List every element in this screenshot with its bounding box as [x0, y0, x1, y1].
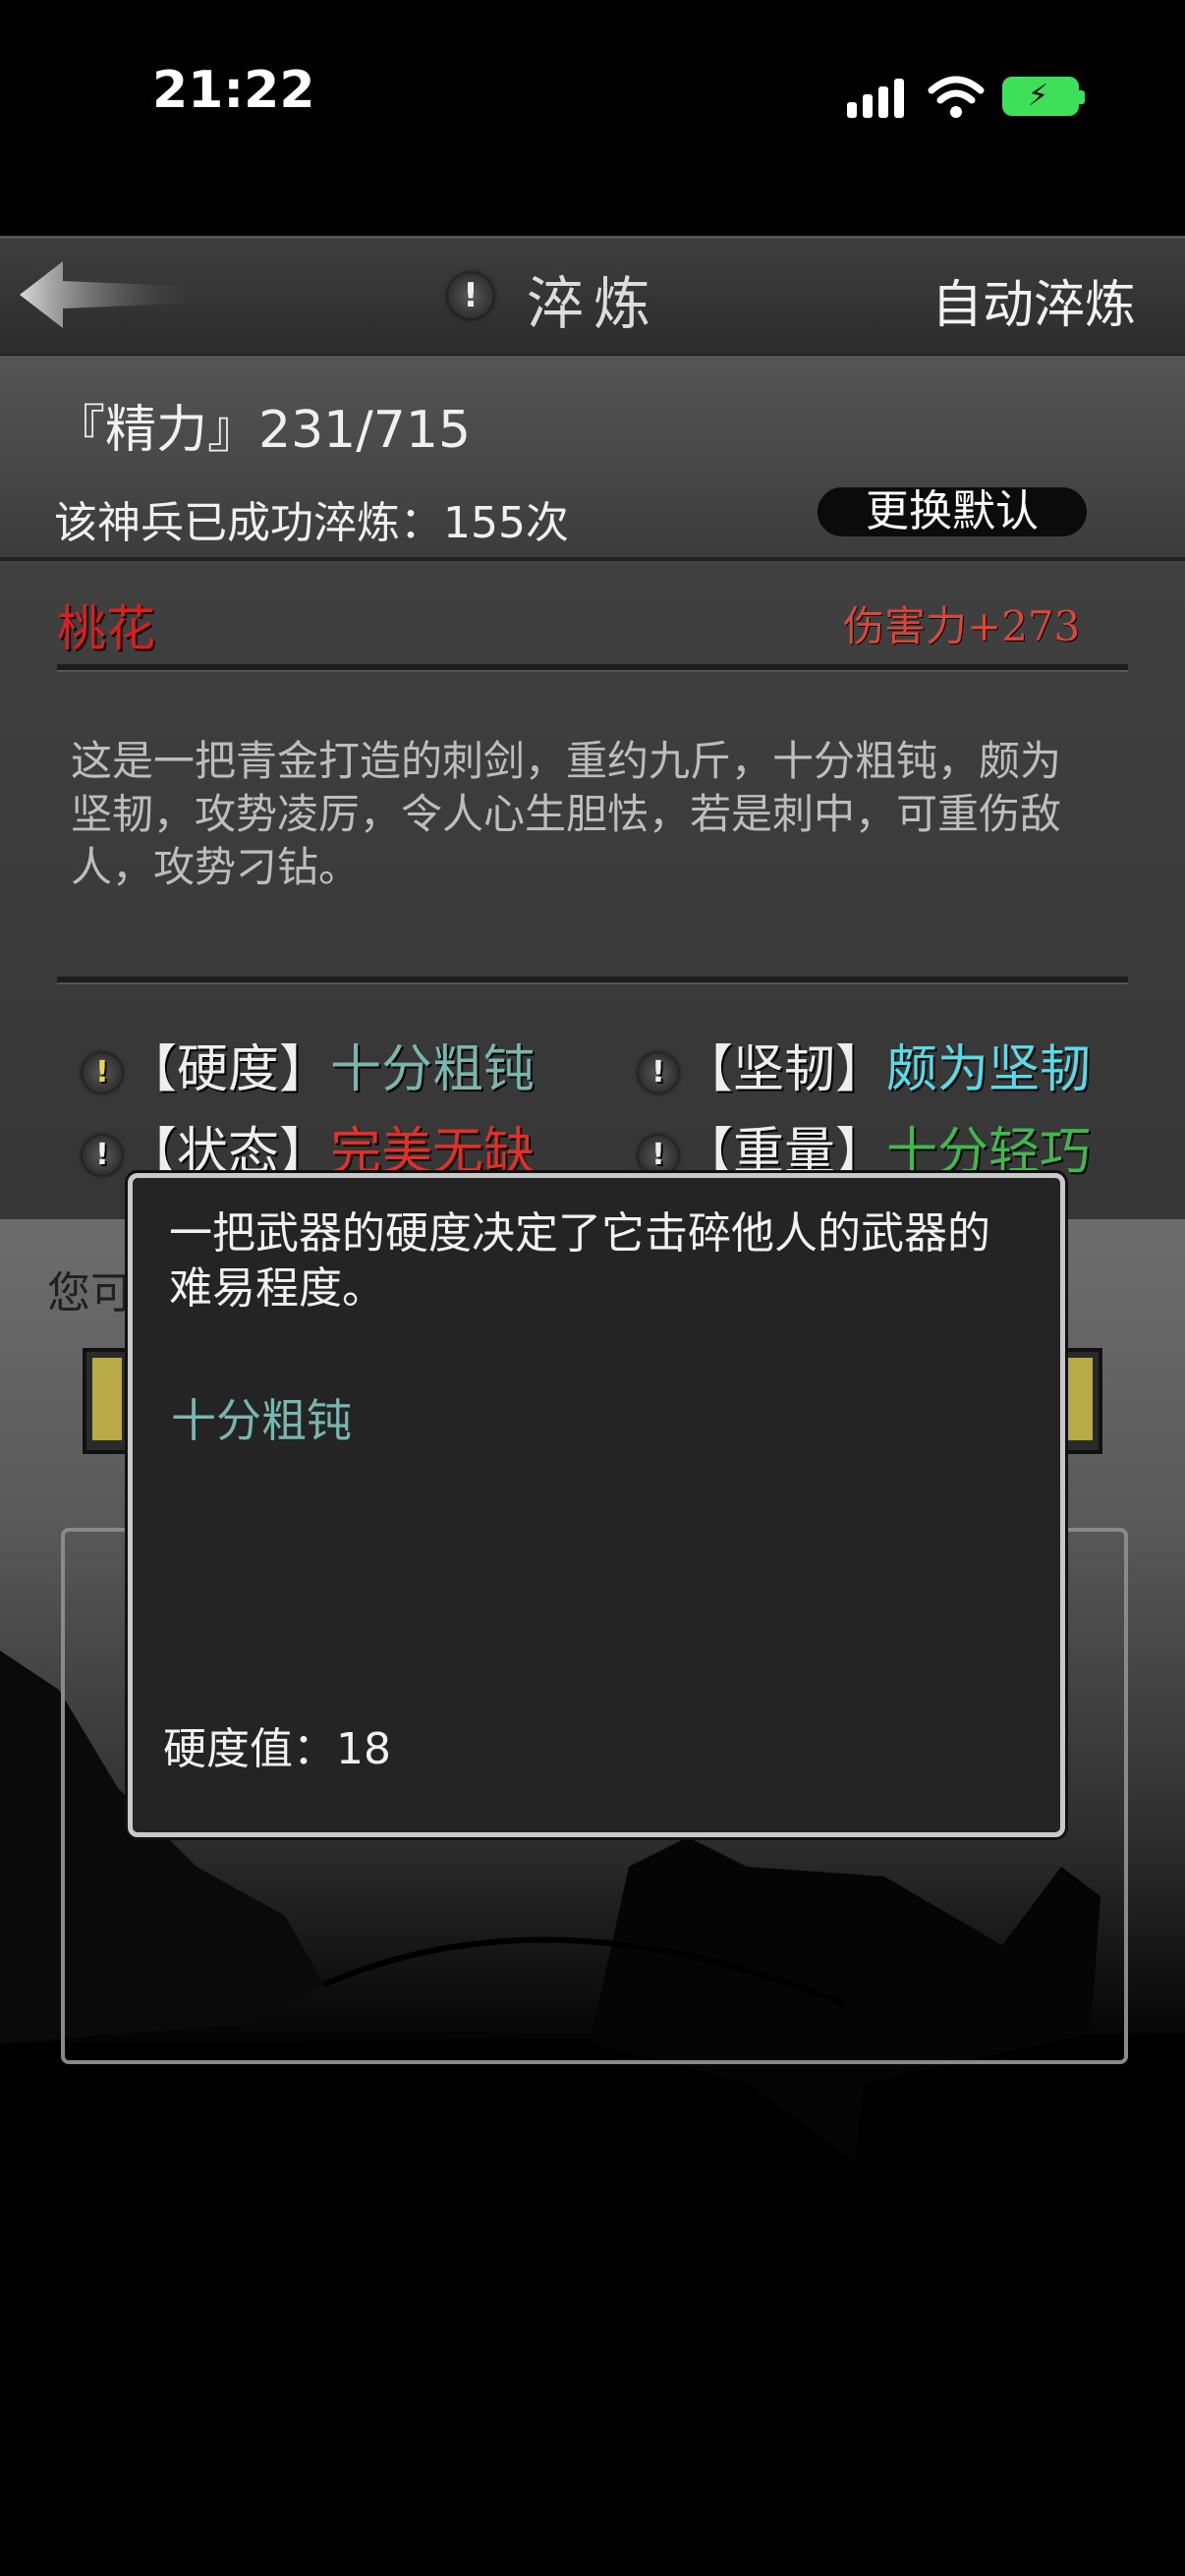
- attribute-toughness[interactable]: ! 【坚韧】颇为坚韧: [639, 1028, 1091, 1101]
- tooltip-description: 一把武器的硬度决定了它击碎他人的武器的难易程度。: [169, 1208, 990, 1314]
- change-default-button[interactable]: 更换默认: [818, 487, 1087, 536]
- divider: [57, 977, 1128, 984]
- divider: [57, 664, 1128, 672]
- info-icon[interactable]: !: [448, 273, 493, 318]
- battery-charging-icon: ⚡: [1002, 77, 1085, 116]
- auto-refine-button[interactable]: 自动淬炼: [931, 263, 1136, 337]
- attribute-hardness[interactable]: ! 【硬度】十分粗钝: [83, 1028, 535, 1101]
- refine-count-text: 该神兵已成功淬炼：155次: [54, 498, 569, 548]
- status-time: 21:22: [152, 61, 315, 120]
- hint-text: 您可: [47, 1268, 134, 1318]
- tooltip-hardness-value: 硬度值：18: [163, 1724, 391, 1774]
- info-icon[interactable]: !: [83, 1136, 122, 1175]
- info-icon[interactable]: !: [83, 1053, 122, 1092]
- page-title: 淬炼: [527, 270, 661, 337]
- tooltip-level: 十分粗钝: [171, 1394, 352, 1447]
- weapon-description: 这是一把青金打造的刺剑，重约九斤，十分粗钝，颇为坚韧，攻势凌厉，令人心生胆怯，若…: [71, 737, 1062, 891]
- info-icon[interactable]: !: [639, 1053, 678, 1092]
- energy-text: 『精力』231/715: [54, 401, 472, 460]
- cellular-signal-icon: [847, 77, 906, 118]
- weapon-name: 桃花: [57, 600, 155, 657]
- back-arrow-icon[interactable]: [18, 257, 204, 332]
- wifi-icon: [928, 76, 985, 118]
- damage-value: 伤害力+273: [843, 602, 1081, 650]
- info-icon[interactable]: !: [639, 1136, 678, 1175]
